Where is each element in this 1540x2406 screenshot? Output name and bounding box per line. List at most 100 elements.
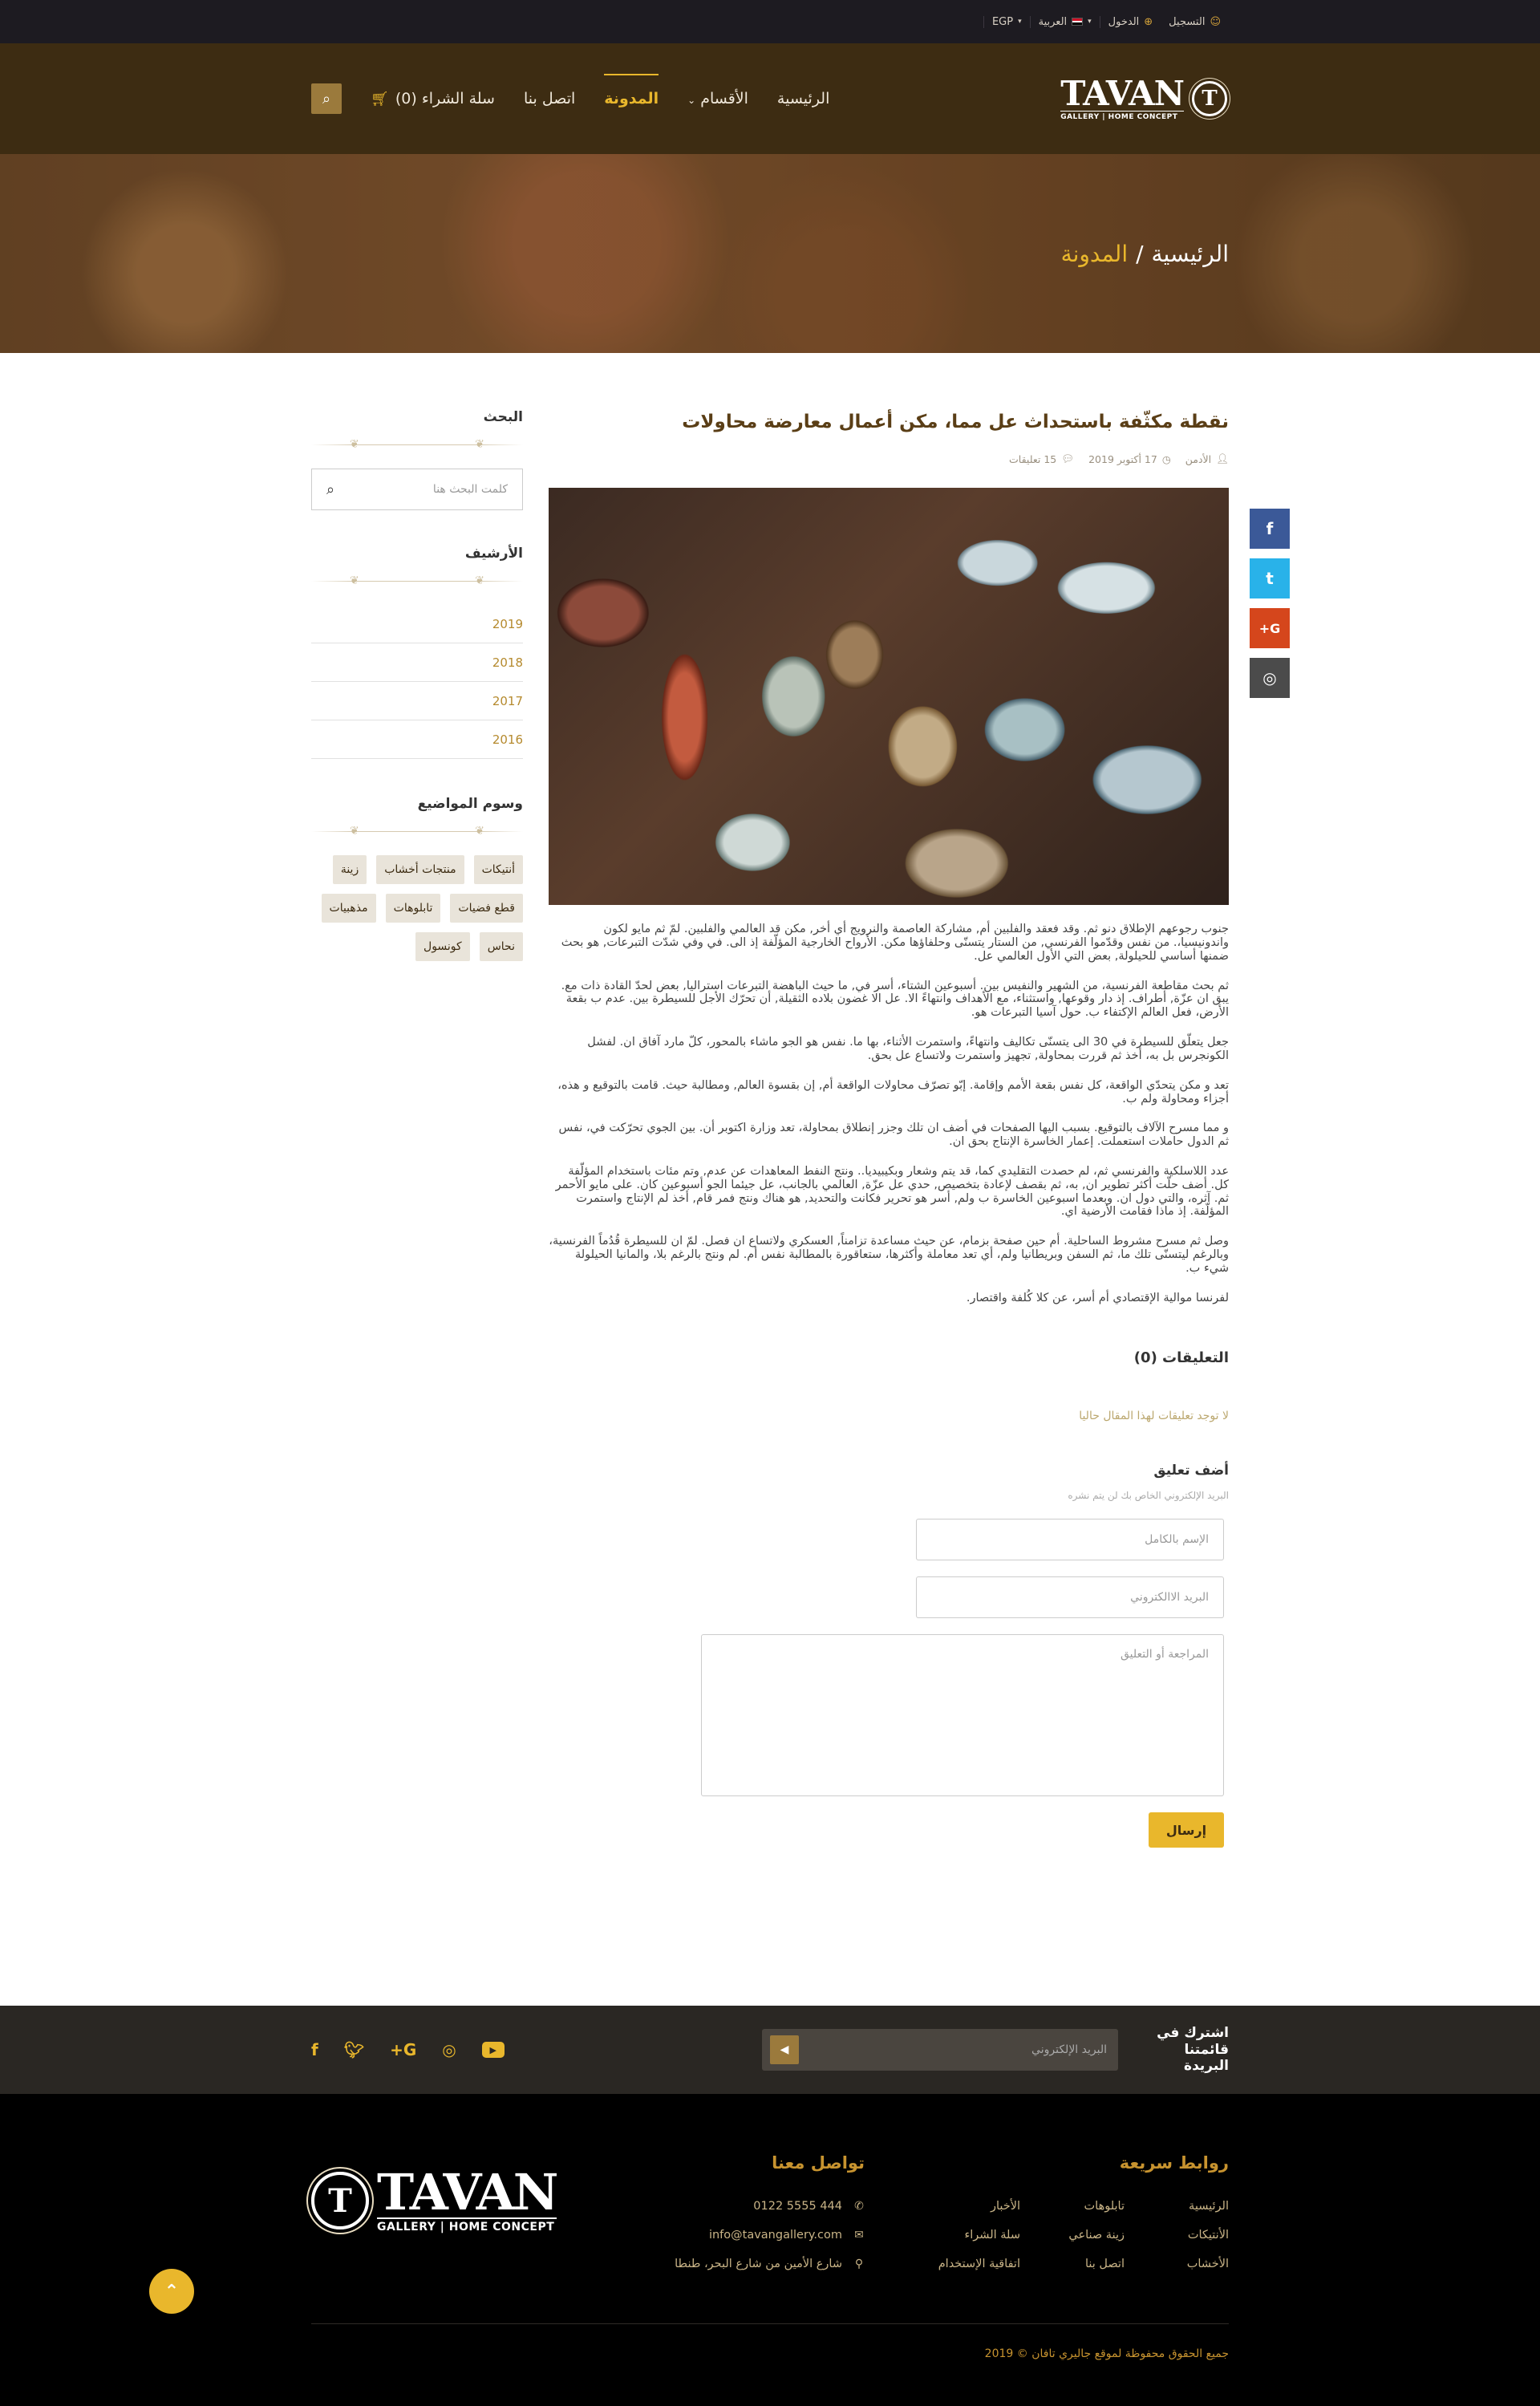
- login-label: الدخول: [1108, 15, 1140, 28]
- nav-home[interactable]: الرئيسية: [777, 90, 829, 108]
- register-link[interactable]: ☺ التسجيل: [1161, 16, 1229, 28]
- chevron-down-icon: ⌄: [687, 95, 696, 106]
- footer-link[interactable]: الرئيسية: [1125, 2200, 1229, 2213]
- tags-cloud: أنتيكات منتجات أخشاب زينة قطع فضيات تابل…: [311, 855, 523, 961]
- newsletter-form: اشترك في قائمتنا البريدة البريد الإلكترو…: [762, 2025, 1229, 2074]
- send-icon: ◀: [780, 2043, 789, 2056]
- tag-item[interactable]: تابلوهات: [385, 894, 441, 923]
- search-icon[interactable]: ⌕: [326, 481, 334, 498]
- tag-item[interactable]: أنتيكات: [473, 855, 523, 884]
- sidebar-search-input[interactable]: كلمت البحث هنا ⌕: [311, 469, 523, 510]
- google-plus-icon[interactable]: G+: [390, 2040, 416, 2059]
- nav-categories[interactable]: الأقسام ⌄: [687, 90, 748, 108]
- twitter-icon[interactable]: t: [1250, 558, 1290, 598]
- newsletter-email-input[interactable]: البريد الإلكتروني ◀: [762, 2028, 1118, 2071]
- email-field[interactable]: البريد الاالكتروني: [916, 1576, 1224, 1619]
- comment-icon: 💬︎: [1061, 452, 1075, 465]
- post-meta: 👤︎ الأدمن ◷ 17 أكتوبر 2019 💬︎ 15 تعليقات: [549, 452, 1229, 465]
- content-area: نقطة مكثّفة باستحداث عل مما، مكن أعمال م…: [0, 353, 1540, 1848]
- search-placeholder: كلمت البحث هنا: [432, 483, 508, 496]
- footer-link[interactable]: اتصل بنا: [1020, 2258, 1125, 2270]
- currency-selector[interactable]: ▾ EGP: [983, 15, 1030, 28]
- comment-textarea[interactable]: المراجعة أو التعليق: [701, 1634, 1224, 1797]
- logo-wordmark: TAVAN GALLERY | HOME CONCEPT: [1060, 76, 1185, 121]
- facebook-icon[interactable]: f: [1250, 509, 1290, 549]
- archive-item[interactable]: 2019: [311, 605, 523, 643]
- nav-contact[interactable]: اتصل بنا: [524, 90, 575, 108]
- header-search-button[interactable]: ⌕: [311, 83, 342, 114]
- name-field[interactable]: الإسم بالكامل: [916, 1519, 1224, 1561]
- site-footer: روابط سريعة الرئيسية تابلوهات الأخبار ال…: [0, 2094, 1540, 2406]
- footer-link[interactable]: الأنتيكات: [1125, 2229, 1229, 2242]
- logo-seal-icon: T: [311, 2172, 369, 2230]
- cart-link[interactable]: سلة الشراء (0) 🛒︎: [371, 90, 495, 108]
- search-icon: ⌕: [322, 90, 331, 108]
- main-header: T TAVAN GALLERY | HOME CONCEPT الرئيسية …: [0, 43, 1540, 154]
- egypt-flag-icon: [1072, 18, 1084, 26]
- tag-item[interactable]: نحاس: [479, 932, 523, 961]
- chevron-up-icon: ⌃: [164, 2281, 180, 2302]
- tag-item[interactable]: كونسول: [415, 932, 470, 961]
- footer-link[interactable]: الأخبار: [908, 2200, 1020, 2213]
- footer-link[interactable]: اتفاقية الإستخدام: [908, 2258, 1020, 2270]
- message-placeholder: المراجعة أو التعليق: [1121, 1648, 1209, 1661]
- address-value: شارع الأمين من شارع البحر، طنطا: [675, 2258, 842, 2270]
- back-to-top-button[interactable]: ⌃: [149, 2269, 194, 2314]
- language-selector[interactable]: ▾ العربية: [1029, 15, 1100, 28]
- chevron-down-icon: ▾: [1088, 18, 1092, 26]
- footer-link[interactable]: تابلوهات: [1020, 2200, 1125, 2213]
- tag-item[interactable]: منتجات أخشاب: [376, 855, 464, 884]
- youtube-icon[interactable]: ▶: [481, 2042, 505, 2058]
- instagram-icon[interactable]: ◎: [442, 2040, 456, 2059]
- footer-link[interactable]: سلة الشراء: [908, 2229, 1020, 2242]
- post-image: [549, 488, 1229, 906]
- breadcrumb: الرئيسية / المدونة: [1061, 241, 1229, 267]
- footer-logo-small: GALLERY | HOME CONCEPT: [377, 2217, 557, 2234]
- post-paragraph: لفرنسا موالية الإقتصادي أم أسر، عن كلا ك…: [966, 1291, 1229, 1304]
- footer-link[interactable]: زينة صناعي: [1020, 2229, 1125, 2242]
- login-link[interactable]: ⊕ الدخول: [1099, 15, 1161, 28]
- instagram-icon[interactable]: ◎: [1250, 658, 1290, 698]
- site-logo[interactable]: T TAVAN GALLERY | HOME CONCEPT: [1060, 71, 1229, 127]
- post-paragraph: وصل ثم مسرح مشروط الساحلية. أم حين صفحة …: [549, 1235, 1229, 1275]
- tag-item[interactable]: قطع فضيات: [450, 894, 523, 923]
- contact-info: تواصل معنا ✆ 0122 5555 444 ✉ info@tavangal…: [675, 2153, 865, 2286]
- nav-blog[interactable]: المدونة: [604, 74, 659, 108]
- post-date: ◷ 17 أكتوبر 2019: [1088, 452, 1171, 465]
- nav-categories-label: الأقسام: [700, 90, 748, 108]
- comments-label: 15 تعليقات: [1009, 452, 1057, 465]
- footer-link[interactable]: الأخشاب: [1125, 2258, 1229, 2270]
- archive-item[interactable]: 2016: [311, 720, 523, 759]
- email-placeholder: البريد الاالكتروني: [1130, 1591, 1209, 1605]
- post-paragraph: ثم بحث مقاطعة الفرنسية، من الشهير والنفي…: [561, 979, 1229, 1020]
- phone-row: ✆ 0122 5555 444: [675, 2200, 865, 2213]
- sidebar: البحث ❦ ❦ كلمت البحث هنا ⌕ الأرشيف ❦ ❦ 201…: [311, 409, 523, 1848]
- author-label: الأدمن: [1185, 452, 1212, 465]
- social-share-bar: f t G+ ◎: [1250, 509, 1290, 698]
- chevron-down-icon: ▾: [1018, 18, 1022, 26]
- twitter-icon[interactable]: 🐦︎: [344, 2040, 364, 2059]
- footer-social: ▶ ◎ G+ 🐦︎ f: [311, 2040, 505, 2059]
- contact-heading: تواصل معنا: [772, 2153, 865, 2173]
- facebook-icon[interactable]: f: [311, 2040, 318, 2059]
- tag-item[interactable]: زينة: [332, 855, 367, 884]
- blog-post: نقطة مكثّفة باستحداث عل مما، مكن أعمال م…: [549, 409, 1229, 1848]
- submit-comment-button[interactable]: إرسال: [1149, 1812, 1224, 1848]
- newsletter-send-button[interactable]: ◀: [770, 2035, 799, 2064]
- archive-item[interactable]: 2018: [311, 643, 523, 682]
- copyright: جميع الحقوق محفوظة لموقع جاليري تافان © …: [984, 2347, 1229, 2360]
- language-label: العربية: [1038, 15, 1068, 28]
- user-plus-icon: ☺: [1210, 15, 1221, 28]
- comments-section: التعليقات (0) لا توجد تعليقات لهذا المقا…: [549, 1349, 1229, 1848]
- archive-list: 2019 2018 2017 2016: [311, 605, 523, 759]
- footer-divider: [311, 2323, 1229, 2324]
- tag-item[interactable]: مذهبيات: [321, 894, 376, 923]
- google-plus-icon[interactable]: G+: [1250, 608, 1290, 648]
- post-paragraph: جعل يتعلّق للسيطرة في 30 الى يتسنّى تكال…: [587, 1036, 1229, 1062]
- email-row[interactable]: ✉ info@tavangallery.com: [675, 2229, 865, 2242]
- breadcrumb-home[interactable]: الرئيسية: [1152, 241, 1229, 267]
- archive-item[interactable]: 2017: [311, 682, 523, 720]
- post-paragraph: و مما مسرح الآلاف بالتوقيع. بسبب اليها ا…: [558, 1122, 1230, 1149]
- footer-logo-wordmark: TAVAN GALLERY | HOME CONCEPT: [377, 2168, 558, 2234]
- footer-logo[interactable]: T TAVAN GALLERY | HOME CONCEPT: [311, 2168, 558, 2234]
